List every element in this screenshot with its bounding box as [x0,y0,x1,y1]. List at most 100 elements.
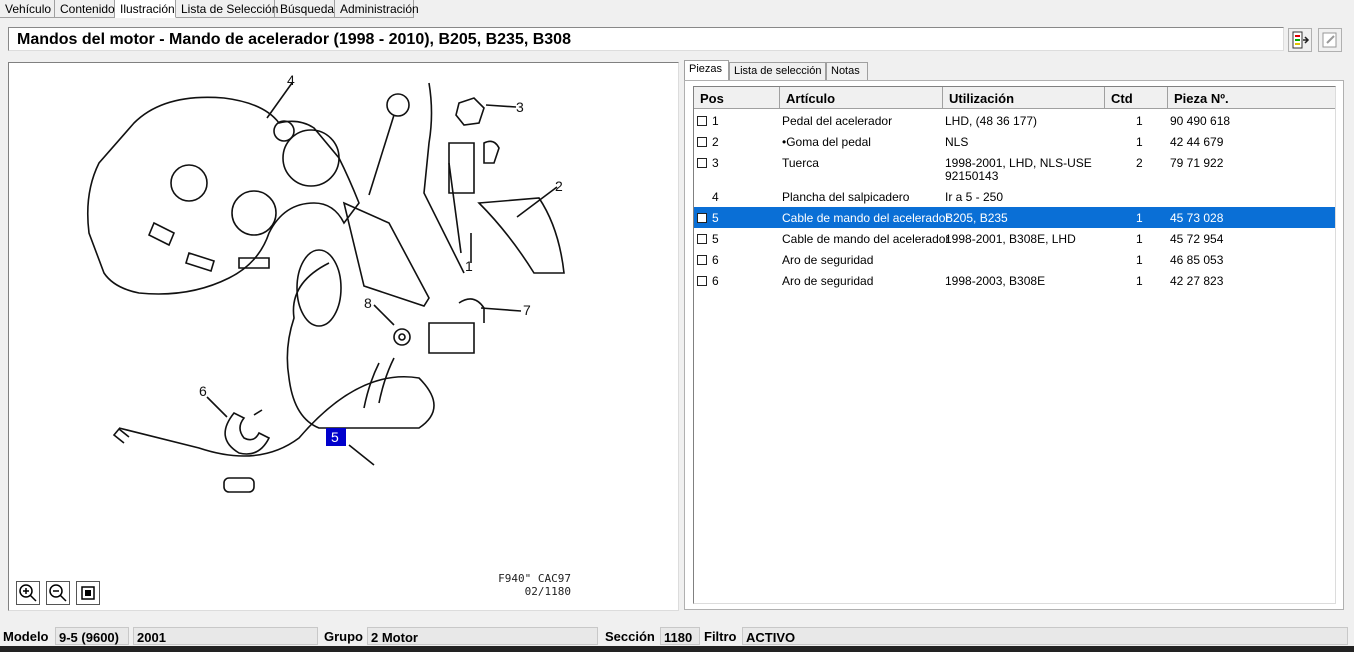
page-title: Mandos del motor - Mando de acelerador (… [17,31,571,48]
tab-vehiculo[interactable]: Vehículo [0,0,55,18]
row-checkbox[interactable] [697,234,707,244]
cell-articulo: Cable de mando del acelerador [782,211,950,225]
cell-pos: 6 [712,274,719,288]
throttle-diagram[interactable]: 4 3 2 1 8 7 6 5 [9,63,678,610]
cell-pos: 3 [712,156,719,170]
cell-ctd: 1 [1136,211,1143,225]
cell-pieza: 42 27 823 [1170,274,1224,288]
callout-6[interactable]: 6 [199,383,207,399]
zoom-out-button[interactable] [46,581,70,605]
exit-icon [1292,31,1310,49]
col-pieza[interactable]: Pieza Nº. [1168,87,1335,109]
cell-articulo: Aro de seguridad [782,253,874,267]
cell-pieza: 42 44 679 [1170,135,1224,149]
cell-pos: 5 [712,211,719,225]
cell-articulo: Cable de mando del acelerador [782,232,950,246]
exit-button[interactable] [1288,28,1312,52]
cell-pos: 4 [712,190,719,204]
callout-2[interactable]: 2 [555,178,563,194]
edit-button[interactable] [1318,28,1342,52]
tab-notas[interactable]: Notas [826,62,868,81]
tab-busqueda[interactable]: Búsqueda [275,0,335,18]
row-checkbox[interactable] [697,116,707,126]
cell-articulo: Aro de seguridad [782,274,874,288]
col-pos[interactable]: Pos [694,87,780,109]
row-checkbox[interactable] [697,137,707,147]
tab-ilustracion[interactable]: Ilustración [115,0,176,18]
tab-contenido[interactable]: Contenido [55,0,115,18]
cell-utilizacion: NLS [945,135,969,149]
cell-utilizacion-link[interactable]: Ir a 5 - 250 [945,190,1003,204]
table-row[interactable]: 1 Pedal del acelerador LHD, (48 36 177) … [694,110,1335,131]
window-border [0,646,1354,652]
callout-4[interactable]: 4 [287,72,295,88]
callout-3[interactable]: 3 [516,99,524,115]
row-checkbox[interactable] [697,213,707,223]
modelo-label: Modelo [3,629,49,644]
zoom-in-icon [19,584,37,602]
tab-lista-de-seleccion[interactable]: Lista de selección [729,62,826,81]
filtro-label: Filtro [704,629,737,644]
cell-pieza: 45 73 028 [1170,211,1224,225]
cell-utilizacion: B205, B235 [945,211,1008,225]
grupo-value: 2 Motor [367,627,598,645]
table-row[interactable]: 4 Plancha del salpicadero Ir a 5 - 250 [694,186,1335,207]
grupo-label: Grupo [324,629,363,644]
cell-pieza: 79 71 922 [1170,156,1224,170]
status-bar: Modelo 9-5 (9600) 2001 Grupo 2 Motor Sec… [0,626,1354,646]
cell-articulo: Plancha del salpicadero [782,190,910,204]
table-header: Pos Artículo Utilización Ctd Pieza Nº. [694,87,1335,109]
cell-pieza: 90 490 618 [1170,114,1231,128]
cell-ctd: 2 [1136,156,1143,170]
callout-1[interactable]: 1 [465,258,473,274]
row-checkbox[interactable] [697,276,707,286]
cell-pos: 1 [712,114,719,128]
zoom-fit-button[interactable] [76,581,100,605]
cell-utilizacion-line2: 92150143 [945,169,999,183]
cell-ctd: 1 [1136,114,1143,128]
cell-utilizacion: LHD, (48 36 177) [945,114,1038,128]
cell-ctd: 1 [1136,135,1143,149]
cell-articulo: Pedal del acelerador [782,114,893,128]
edit-icon [1322,32,1337,48]
drawing-code: F940" CAC97 [498,572,571,585]
modelo-value: 9-5 (9600) [55,627,129,645]
cell-pos: 5 [712,232,719,246]
callout-7[interactable]: 7 [523,302,531,318]
table-row[interactable]: 3 Tuerca 1998-2001, LHD, NLS-USE 9215014… [694,152,1335,186]
drawing-date: 02/1180 [524,585,571,598]
tab-lista-seleccion[interactable]: Lista de Selección [176,0,278,18]
cell-ctd: 1 [1136,274,1143,288]
year-value: 2001 [133,627,318,645]
filtro-value: ACTIVO [742,627,1348,645]
cell-pieza: 45 72 954 [1170,232,1224,246]
cell-pos: 2 [712,135,719,149]
table-row[interactable]: 5 Cable de mando del acelerador 1998-200… [694,228,1335,249]
row-checkbox[interactable] [697,158,707,168]
tab-administracion[interactable]: Administración [335,0,419,18]
callout-8[interactable]: 8 [364,295,372,311]
seccion-value: 1180 [660,627,700,645]
row-checkbox[interactable] [697,255,707,265]
col-ctd[interactable]: Ctd [1105,87,1168,109]
zoom-fit-icon [81,586,95,600]
zoom-in-button[interactable] [16,581,40,605]
col-articulo[interactable]: Artículo [780,87,943,109]
table-row[interactable]: 2 •Goma del pedal NLS 1 42 44 679 [694,131,1335,152]
cell-pieza: 46 85 053 [1170,253,1224,267]
parts-table: Pos Artículo Utilización Ctd Pieza Nº. 1… [693,86,1336,604]
seccion-label: Sección [605,629,655,644]
cell-pos: 6 [712,253,719,267]
cell-utilizacion: 1998-2001, B308E, LHD [945,232,1076,246]
table-row[interactable]: 6 Aro de seguridad 1998-2003, B308E 1 42… [694,270,1335,291]
table-row-selected[interactable]: 5 Cable de mando del acelerador B205, B2… [694,207,1335,228]
cell-utilizacion: 1998-2003, B308E [945,274,1046,288]
cell-ctd: 1 [1136,232,1143,246]
cell-utilizacion: 1998-2001, LHD, NLS-USE [945,156,1092,170]
illustration-panel[interactable]: 4 3 2 1 8 7 6 5 F940" CAC97 02/1180 [8,62,679,611]
tab-piezas[interactable]: Piezas [684,60,729,81]
callout-5[interactable]: 5 [331,429,339,445]
table-row[interactable]: 6 Aro de seguridad 1 46 85 053 [694,249,1335,270]
col-utilizacion[interactable]: Utilización [943,87,1105,109]
cell-articulo: Tuerca [782,156,819,170]
